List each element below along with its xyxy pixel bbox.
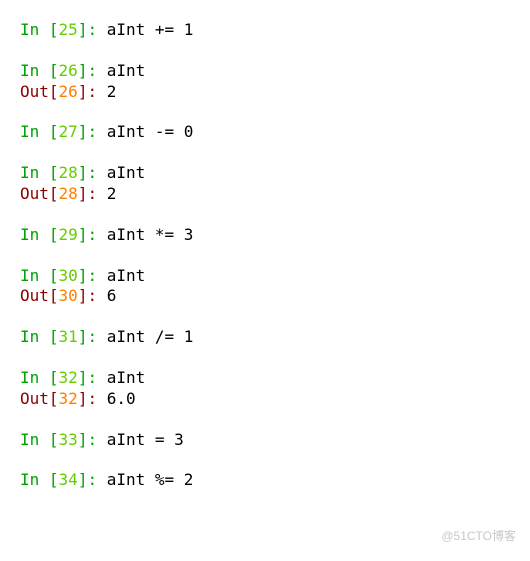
prompt-number: 29 xyxy=(59,225,78,244)
bracket-open: [ xyxy=(49,368,59,387)
code-input: aInt xyxy=(107,368,146,387)
ipython-terminal: In [25]: aInt += 1In [26]: aIntOut[26]: … xyxy=(20,20,510,491)
code-input: aInt *= 3 xyxy=(107,225,194,244)
bracket-open: [ xyxy=(49,184,59,203)
bracket-open: [ xyxy=(49,82,59,101)
bracket-close: ]: xyxy=(78,327,107,346)
out-label: Out xyxy=(20,184,49,203)
input-cell: In [26]: aInt xyxy=(20,61,510,82)
output-value: 6.0 xyxy=(107,389,136,408)
bracket-close: ]: xyxy=(78,470,107,489)
code-input: aInt xyxy=(107,61,146,80)
in-label: In xyxy=(20,20,49,39)
bracket-open: [ xyxy=(49,430,59,449)
bracket-close: ]: xyxy=(78,184,107,203)
in-label: In xyxy=(20,61,49,80)
in-label: In xyxy=(20,368,49,387)
bracket-close: ]: xyxy=(78,82,107,101)
in-label: In xyxy=(20,266,49,285)
prompt-number: 30 xyxy=(59,266,78,285)
bracket-close: ]: xyxy=(78,430,107,449)
code-input: aInt %= 2 xyxy=(107,470,194,489)
bracket-close: ]: xyxy=(78,20,107,39)
prompt-number: 33 xyxy=(59,430,78,449)
input-cell: In [28]: aInt xyxy=(20,163,510,184)
input-cell: In [33]: aInt = 3 xyxy=(20,430,510,451)
code-input: aInt = 3 xyxy=(107,430,184,449)
prompt-number: 26 xyxy=(59,61,78,80)
code-input: aInt /= 1 xyxy=(107,327,194,346)
input-cell: In [34]: aInt %= 2 xyxy=(20,470,510,491)
prompt-number: 30 xyxy=(59,286,78,305)
bracket-open: [ xyxy=(49,286,59,305)
prompt-number: 31 xyxy=(59,327,78,346)
prompt-number: 32 xyxy=(59,389,78,408)
prompt-number: 26 xyxy=(59,82,78,101)
input-cell: In [32]: aInt xyxy=(20,368,510,389)
out-label: Out xyxy=(20,286,49,305)
code-input: aInt xyxy=(107,266,146,285)
prompt-number: 25 xyxy=(59,20,78,39)
output-cell: Out[32]: 6.0 xyxy=(20,389,510,410)
output-value: 2 xyxy=(107,184,117,203)
bracket-close: ]: xyxy=(78,225,107,244)
input-cell: In [30]: aInt xyxy=(20,266,510,287)
out-label: Out xyxy=(20,82,49,101)
prompt-number: 27 xyxy=(59,122,78,141)
in-label: In xyxy=(20,122,49,141)
bracket-open: [ xyxy=(49,470,59,489)
bracket-close: ]: xyxy=(78,389,107,408)
watermark: @51CTO博客 xyxy=(441,529,516,545)
output-cell: Out[26]: 2 xyxy=(20,82,510,103)
output-value: 6 xyxy=(107,286,117,305)
input-cell: In [29]: aInt *= 3 xyxy=(20,225,510,246)
in-label: In xyxy=(20,163,49,182)
input-cell: In [27]: aInt -= 0 xyxy=(20,122,510,143)
bracket-close: ]: xyxy=(78,61,107,80)
output-cell: Out[28]: 2 xyxy=(20,184,510,205)
bracket-open: [ xyxy=(49,389,59,408)
bracket-close: ]: xyxy=(78,286,107,305)
bracket-open: [ xyxy=(49,61,59,80)
bracket-close: ]: xyxy=(78,122,107,141)
in-label: In xyxy=(20,225,49,244)
code-input: aInt xyxy=(107,163,146,182)
in-label: In xyxy=(20,430,49,449)
input-cell: In [25]: aInt += 1 xyxy=(20,20,510,41)
bracket-open: [ xyxy=(49,225,59,244)
prompt-number: 28 xyxy=(59,163,78,182)
prompt-number: 32 xyxy=(59,368,78,387)
output-value: 2 xyxy=(107,82,117,101)
bracket-open: [ xyxy=(49,20,59,39)
prompt-number: 34 xyxy=(59,470,78,489)
output-cell: Out[30]: 6 xyxy=(20,286,510,307)
in-label: In xyxy=(20,470,49,489)
in-label: In xyxy=(20,327,49,346)
bracket-open: [ xyxy=(49,327,59,346)
prompt-number: 28 xyxy=(59,184,78,203)
out-label: Out xyxy=(20,389,49,408)
bracket-close: ]: xyxy=(78,163,107,182)
bracket-close: ]: xyxy=(78,368,107,387)
code-input: aInt -= 0 xyxy=(107,122,194,141)
code-input: aInt += 1 xyxy=(107,20,194,39)
bracket-open: [ xyxy=(49,266,59,285)
input-cell: In [31]: aInt /= 1 xyxy=(20,327,510,348)
bracket-open: [ xyxy=(49,122,59,141)
bracket-open: [ xyxy=(49,163,59,182)
bracket-close: ]: xyxy=(78,266,107,285)
